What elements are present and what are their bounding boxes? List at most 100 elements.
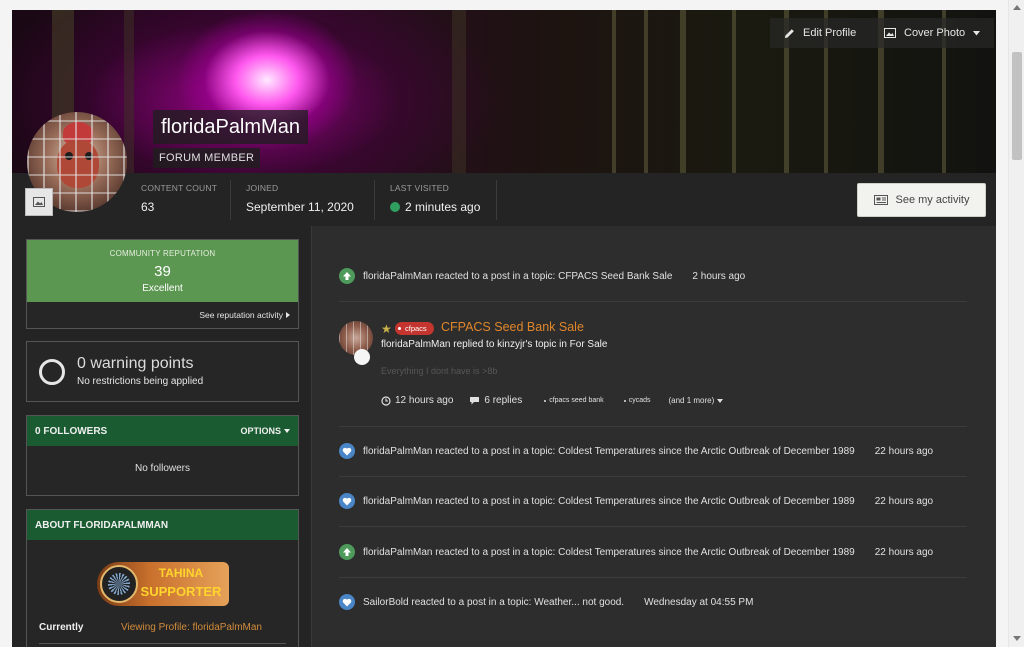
comment-icon (470, 397, 480, 405)
divider (339, 426, 967, 427)
caret-down-icon (284, 429, 290, 433)
reputation-link-label: See reputation activity (199, 310, 283, 320)
online-status-icon (390, 202, 400, 212)
about-card: ABOUT FLORIDAPALMMAN TAHINA SUPPORTER Cu… (26, 509, 299, 647)
followers-options-button[interactable]: OPTIONS (240, 426, 290, 436)
about-title: ABOUT FLORIDAPALMMAN (35, 519, 169, 531)
reputation-panel: COMMUNITY REPUTATION 39 Excellent (27, 240, 298, 302)
joined-value: September 11, 2020 (246, 200, 354, 214)
profile-name: floridaPalmMan (153, 110, 308, 144)
activity-time: 2 hours ago (692, 270, 746, 282)
warning-points: 0 warning points (77, 355, 194, 372)
activity-item: floridaPalmMan reacted to a post in a to… (339, 443, 967, 459)
reputation-label: COMMUNITY REPUTATION (109, 249, 216, 258)
scrollbar-thumb[interactable] (1012, 52, 1022, 160)
bamboo-stalk (644, 10, 648, 173)
post-subtitle[interactable]: floridaPalmMan replied to kinzyjr's topi… (381, 339, 607, 350)
heart-icon (339, 594, 355, 610)
tree-trunk (452, 10, 466, 173)
caret-down-icon (716, 399, 723, 403)
stat-label: CONTENT COUNT (141, 183, 218, 193)
followers-card: 0 FOLLOWERS OPTIONS No followers (26, 415, 299, 496)
activity-feed (311, 226, 996, 647)
divider (230, 180, 231, 220)
palm-wheel-icon (100, 565, 138, 603)
more-tags-button[interactable]: (and 1 more) (668, 396, 723, 405)
edit-profile-button[interactable]: Edit Profile (770, 18, 871, 48)
activity-time: 22 hours ago (874, 495, 934, 507)
bamboo-stalk (732, 10, 736, 173)
post-time: 12 hours ago (395, 395, 454, 406)
warning-ring-icon (39, 359, 65, 385)
caret-right-icon (286, 312, 290, 318)
reputation-level: Excellent (142, 283, 183, 294)
vertical-scrollbar[interactable] (1008, 0, 1024, 647)
warning-note: No restrictions being applied (77, 376, 204, 387)
activity-time: 22 hours ago (874, 546, 934, 558)
warning-card: 0 warning points No restrictions being a… (26, 341, 299, 402)
divider (374, 180, 375, 220)
reputation-activity-link[interactable]: See reputation activity (27, 302, 298, 328)
activity-item: floridaPalmMan reacted to a post in a to… (339, 544, 967, 560)
activity-text[interactable]: floridaPalmMan reacted to a post in a to… (363, 547, 855, 558)
tag-link[interactable]: cfpacs seed bank (544, 397, 603, 404)
heart-icon (339, 443, 355, 459)
last-visited-stat: LAST VISITED 2 minutes ago (390, 183, 480, 214)
newspaper-icon (873, 195, 888, 205)
content-count-stat: CONTENT COUNT 63 (141, 183, 217, 214)
heart-icon (339, 493, 355, 509)
post-replies[interactable]: 6 replies (484, 395, 522, 406)
post-excerpt: Everything I dont have is >8b (381, 366, 498, 376)
pencil-icon (784, 28, 794, 38)
activity-text[interactable]: floridaPalmMan reacted to a post in a to… (363, 271, 672, 282)
cover-photo-button[interactable]: Cover Photo (870, 18, 995, 48)
options-label: OPTIONS (240, 426, 281, 436)
member-group: FORUM MEMBER (153, 148, 261, 168)
edit-profile-label: Edit Profile (803, 27, 857, 39)
about-header: ABOUT FLORIDAPALMMAN (27, 510, 298, 540)
last-visited-value: 2 minutes ago (390, 200, 480, 214)
tahina-supporter-badge: TAHINA SUPPORTER (97, 562, 229, 606)
clock-icon (381, 395, 391, 406)
scroll-down-arrow-icon[interactable] (1013, 636, 1021, 641)
content-count-value: 63 (141, 200, 155, 214)
topic-prefix-badge[interactable]: cfpacs (395, 322, 434, 335)
divider (39, 643, 286, 644)
stat-label: JOINED (246, 183, 279, 193)
activity-text[interactable]: SailorBold reacted to a post in a topic:… (363, 597, 624, 608)
tag-link[interactable]: cycads (624, 397, 651, 404)
online-indicator-icon (354, 349, 370, 365)
star-icon: ★ (381, 322, 392, 336)
badge-line-2: SUPPORTER (140, 584, 222, 599)
scroll-up-arrow-icon[interactable] (1013, 5, 1021, 10)
divider (339, 476, 967, 477)
activity-text[interactable]: floridaPalmMan reacted to a post in a to… (363, 446, 855, 457)
more-tags-label: (and 1 more) (668, 396, 715, 405)
divider (339, 301, 967, 302)
profile-page: Edit Profile Cover Photo floridaPalmMan … (12, 10, 996, 647)
image-icon (884, 28, 896, 38)
reputation-value: 39 (154, 263, 171, 280)
change-photo-button[interactable] (25, 188, 53, 216)
divider (496, 180, 497, 220)
image-icon (33, 197, 45, 207)
activity-item: floridaPalmMan reacted to a post in a to… (339, 493, 967, 509)
activity-time: 22 hours ago (874, 445, 934, 457)
see-my-activity-button[interactable]: See my activity (857, 183, 986, 217)
currently-value[interactable]: Viewing Profile: floridaPalmMan (121, 622, 262, 633)
post-title-link[interactable]: CFPACS Seed Bank Sale (441, 320, 584, 334)
last-visited-text: 2 minutes ago (405, 200, 481, 214)
no-followers-text: No followers (134, 463, 191, 474)
bamboo-stalk (612, 10, 616, 173)
upvote-icon (339, 544, 355, 560)
divider (339, 577, 967, 578)
activity-text[interactable]: floridaPalmMan reacted to a post in a to… (363, 496, 855, 507)
currently-label: Currently (39, 622, 84, 633)
upvote-icon (339, 268, 355, 284)
activity-item: floridaPalmMan reacted to a post in a to… (339, 268, 967, 284)
see-my-activity-label: See my activity (895, 194, 970, 206)
divider (339, 526, 967, 527)
activity-time: Wednesday at 04:55 PM (644, 596, 754, 608)
badge-line-1: TAHINA (158, 566, 204, 580)
followers-header: 0 FOLLOWERS OPTIONS (27, 416, 298, 446)
